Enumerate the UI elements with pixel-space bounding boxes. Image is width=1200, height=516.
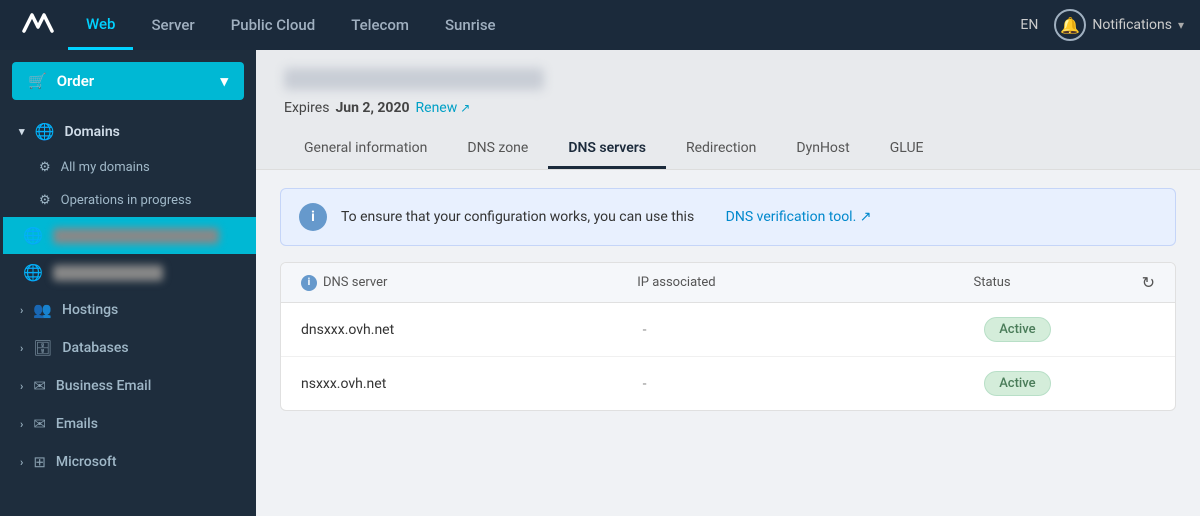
database-icon: 🗄 xyxy=(33,339,52,357)
sidebar-item-microsoft[interactable]: › ⊞ Microsoft xyxy=(0,443,256,481)
expires-text: Expires xyxy=(284,100,329,116)
dns-verification-link[interactable]: DNS verification tool. ↗ xyxy=(726,209,872,225)
domain-second-name: ████████████ xyxy=(53,265,164,281)
databases-label: Databases xyxy=(62,340,128,356)
tab-dns-servers[interactable]: DNS servers xyxy=(548,130,666,169)
info-icon: i xyxy=(299,203,327,231)
sidebar-item-domain-second[interactable]: 🌐 ████████████ xyxy=(3,254,256,291)
globe-icon: 🌐 xyxy=(35,122,55,141)
nav-item-telecom[interactable]: Telecom xyxy=(333,0,427,50)
dns-col-server-header: i DNS server xyxy=(301,275,637,291)
tab-dynhost[interactable]: DynHost xyxy=(776,130,869,169)
envelope-icon: ✉ xyxy=(33,377,46,395)
domain-title-row xyxy=(284,68,1172,90)
gear-icon: ⚙ xyxy=(39,193,51,208)
microsoft-label: Microsoft xyxy=(56,454,117,470)
sidebar: 🛒 Order ▾ ▾ 🌐 Domains ⚙ All my domains ⚙… xyxy=(0,50,256,516)
sidebar-item-databases[interactable]: › 🗄 Databases xyxy=(0,329,256,367)
language-selector[interactable]: EN xyxy=(1020,17,1038,33)
status-badge: Active xyxy=(984,371,1050,396)
domain-active-name: ██████████████████ xyxy=(53,228,219,244)
dns-ip-cell: - xyxy=(643,376,985,392)
all-domains-label: All my domains xyxy=(61,160,150,175)
business-email-label: Business Email xyxy=(56,378,151,394)
globe-icon: 🌐 xyxy=(23,263,43,282)
email-icon: ✉ xyxy=(33,415,46,433)
table-row: dnsxxx.ovh.net - Active xyxy=(281,303,1175,357)
external-link-icon: ↗ xyxy=(460,101,470,115)
renew-link[interactable]: Renew ↗ xyxy=(416,100,471,116)
info-banner-text: To ensure that your configuration works,… xyxy=(341,209,694,225)
nav-right: EN 🔔 Notifications ▾ xyxy=(1020,9,1184,41)
chevron-right-icon: › xyxy=(20,418,23,431)
domains-header[interactable]: ▾ 🌐 Domains xyxy=(3,112,256,151)
emails-label: Emails xyxy=(56,416,98,432)
expires-date: Jun 2, 2020 xyxy=(335,100,409,116)
external-link-icon: ↗ xyxy=(860,209,872,225)
nav-items: Web Server Public Cloud Telecom Sunrise xyxy=(68,0,1020,50)
dns-server-cell: nsxxx.ovh.net xyxy=(301,376,643,392)
chevron-right-icon: › xyxy=(20,304,23,317)
order-button[interactable]: 🛒 Order ▾ xyxy=(12,62,244,100)
sidebar-item-operations[interactable]: ⚙ Operations in progress xyxy=(3,184,256,217)
top-navigation: Web Server Public Cloud Telecom Sunrise … xyxy=(0,0,1200,50)
windows-icon: ⊞ xyxy=(33,453,46,471)
domains-label: Domains xyxy=(64,124,119,140)
notifications-label: Notifications xyxy=(1092,17,1172,33)
tab-dns-zone[interactable]: DNS zone xyxy=(447,130,548,169)
domain-title xyxy=(284,68,544,90)
sidebar-item-emails[interactable]: › ✉ Emails xyxy=(0,405,256,443)
renew-label: Renew xyxy=(416,100,458,116)
main-content: Expires Jun 2, 2020 Renew ↗ General info… xyxy=(256,50,1200,516)
nav-item-public-cloud[interactable]: Public Cloud xyxy=(213,0,333,50)
dns-server-cell: dnsxxx.ovh.net xyxy=(301,322,643,338)
order-label: Order xyxy=(57,72,95,90)
tab-redirection[interactable]: Redirection xyxy=(666,130,776,169)
expires-row: Expires Jun 2, 2020 Renew ↗ xyxy=(284,100,1172,116)
dns-table: i DNS server IP associated Status ↻ dnsx… xyxy=(280,262,1176,411)
status-badge: Active xyxy=(984,317,1050,342)
info-banner: i To ensure that your configuration work… xyxy=(280,188,1176,246)
chevron-right-icon: › xyxy=(20,456,23,469)
main-layout: 🛒 Order ▾ ▾ 🌐 Domains ⚙ All my domains ⚙… xyxy=(0,50,1200,516)
sidebar-item-domain-active[interactable]: 🌐 ██████████████████ xyxy=(3,217,256,254)
notifications-button[interactable]: 🔔 Notifications ▾ xyxy=(1054,9,1184,41)
sidebar-item-business-email[interactable]: › ✉ Business Email xyxy=(0,367,256,405)
chevron-down-icon: ▾ xyxy=(1178,18,1184,32)
table-row: nsxxx.ovh.net - Active xyxy=(281,357,1175,410)
tab-glue[interactable]: GLUE xyxy=(870,130,944,169)
cart-icon: 🛒 xyxy=(28,72,47,90)
nav-item-sunrise[interactable]: Sunrise xyxy=(427,0,514,50)
chevron-down-icon: ▾ xyxy=(220,72,228,90)
dns-status-cell: Active xyxy=(984,317,1155,342)
domains-section: ▾ 🌐 Domains ⚙ All my domains ⚙ Operation… xyxy=(0,112,256,291)
domain-header: Expires Jun 2, 2020 Renew ↗ General info… xyxy=(256,50,1200,170)
nav-item-web[interactable]: Web xyxy=(68,0,133,50)
tab-general-information[interactable]: General information xyxy=(284,130,447,169)
operations-label: Operations in progress xyxy=(61,193,192,208)
refresh-button[interactable]: ↻ xyxy=(1142,273,1155,292)
logo[interactable] xyxy=(16,7,60,43)
nav-item-server[interactable]: Server xyxy=(133,0,212,50)
globe-icon: 🌐 xyxy=(23,226,43,245)
wrench-icon: ⚙ xyxy=(39,160,51,175)
dns-ip-cell: - xyxy=(643,322,985,338)
dns-table-header: i DNS server IP associated Status ↻ xyxy=(281,263,1175,303)
info-circle-icon: i xyxy=(301,275,317,291)
dns-server-col-label: DNS server xyxy=(323,275,387,290)
tabs: General information DNS zone DNS servers… xyxy=(284,130,1172,169)
chevron-right-icon: › xyxy=(20,342,23,355)
hostings-label: Hostings xyxy=(62,302,118,318)
bell-icon: 🔔 xyxy=(1054,9,1086,41)
sidebar-item-hostings[interactable]: › 👥 Hostings xyxy=(0,291,256,329)
dns-col-ip-header: IP associated xyxy=(637,275,973,290)
users-icon: 👥 xyxy=(33,301,52,319)
dns-col-status-header: Status xyxy=(973,275,1141,290)
sidebar-item-all-domains[interactable]: ⚙ All my domains xyxy=(3,151,256,184)
chevron-down-icon: ▾ xyxy=(19,125,25,138)
dns-status-cell: Active xyxy=(984,371,1155,396)
chevron-right-icon: › xyxy=(20,380,23,393)
dns-link-text: DNS verification tool. xyxy=(726,209,857,225)
